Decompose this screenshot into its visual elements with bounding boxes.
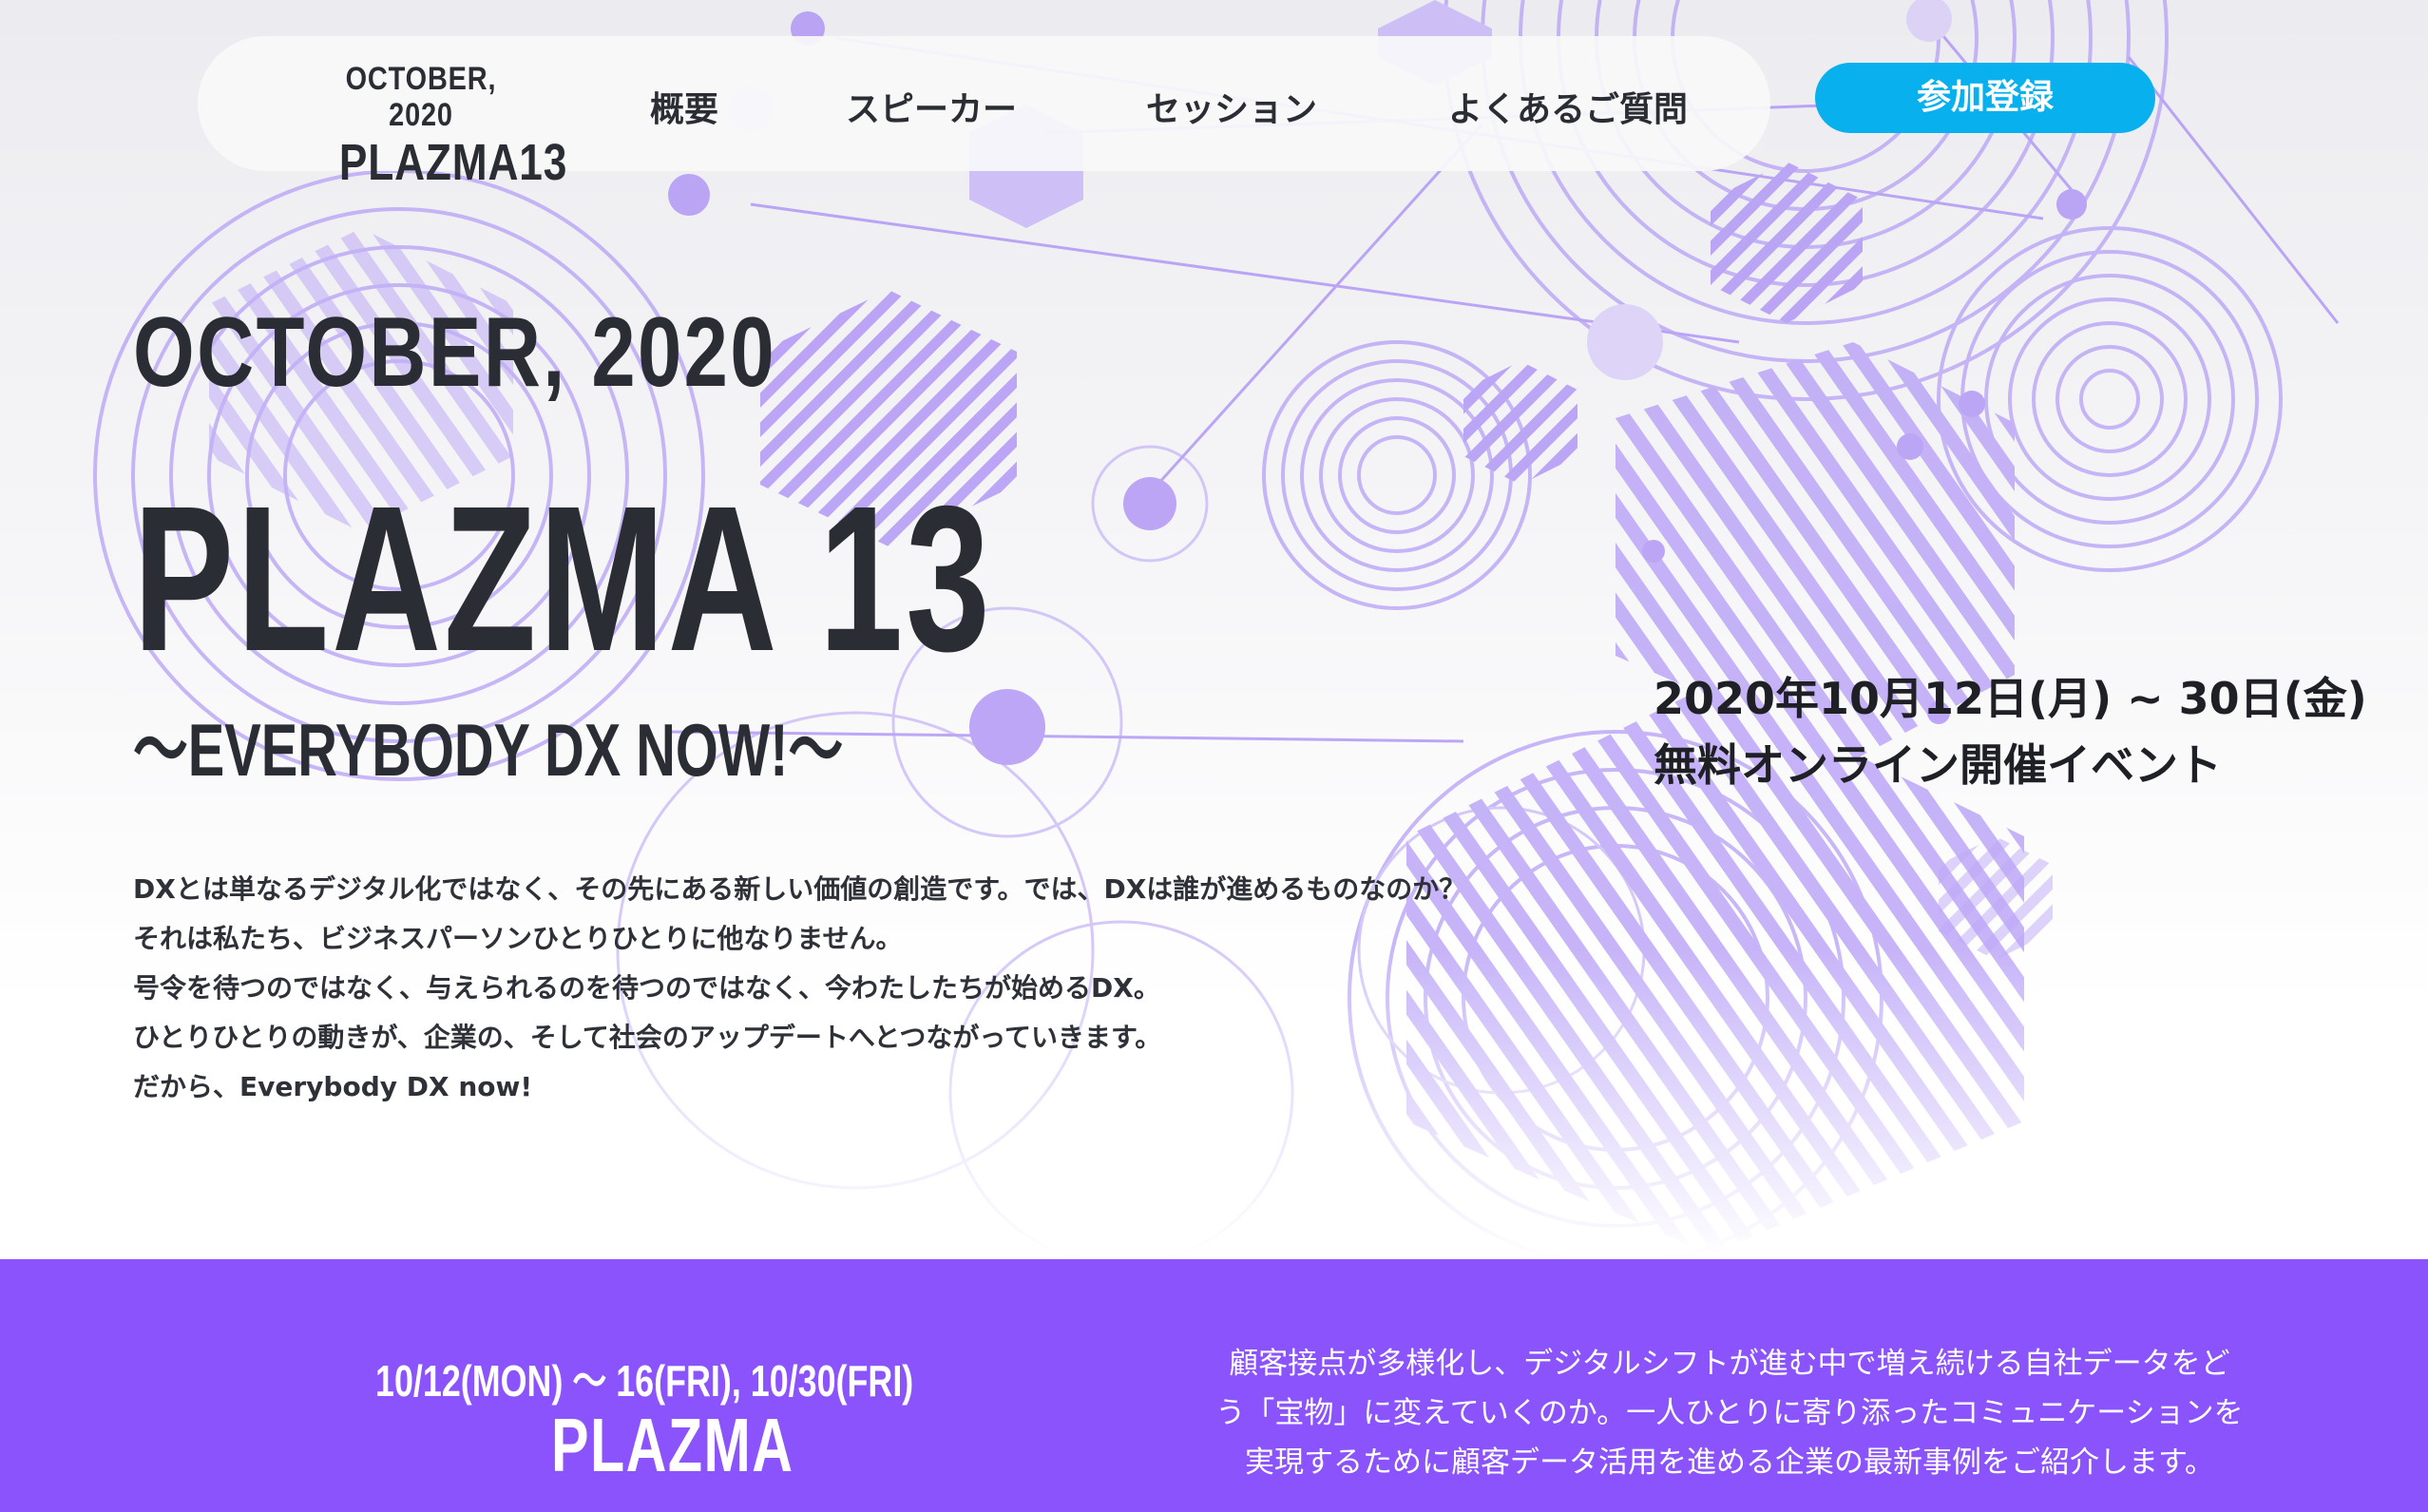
band-description-line: 顧客接点が多様化し、デジタルシフトが進む中で増え続ける自社データをど: [1229, 1347, 2230, 1381]
band-description: 顧客接点が多様化し、デジタルシフトが進む中で増え続ける自社データをど う「宝物」…: [1183, 1339, 2276, 1487]
band-name: PLAZMA: [551, 1403, 794, 1487]
description-line: それは私たち、ビジネスパーソンひとりひとりに他なりません。: [133, 923, 903, 954]
description-line: だから、Everybody DX now!: [133, 1071, 533, 1102]
nav-link-sessions[interactable]: セッション: [1146, 82, 1317, 131]
description-line: 号令を待つのではなく、与えられるのを待つのではなく、今わたしたちが始めるDX。: [133, 972, 1160, 1004]
register-button[interactable]: 参加登録: [1815, 63, 2155, 133]
site-logo[interactable]: OCTOBER, 2020 PLAZMA13: [321, 61, 568, 191]
hero-description: DXとは単なるデジタル化ではなく、その先にある新しい価値の創造です。では、DXは…: [133, 865, 1558, 1112]
event-info: 2020年10月12日(月) ~ 30日(金) 無料オンライン開催イベント: [1654, 665, 2367, 798]
nav-link-speakers[interactable]: スピーカー: [846, 82, 1017, 131]
event-type: 無料オンライン開催イベント: [1654, 739, 2222, 791]
event-date: 2020年10月12日(月) ~ 30日(金): [1654, 673, 2367, 724]
hero-title: PLAZMA 13: [133, 464, 993, 695]
nav-link-faq[interactable]: よくあるご質問: [1448, 82, 1688, 131]
band-description-line: 実現するために顧客データ活用を進める企業の最新事例をご紹介します。: [1245, 1445, 2214, 1480]
hero-section: OCTOBER, 2020 PLAZMA13 概要 スピーカー セッション よく…: [0, 0, 2428, 1259]
description-line: DXとは単なるデジタル化ではなく、その先にある新しい価値の創造です。では、DXは…: [133, 873, 1466, 905]
top-navigation-bar: OCTOBER, 2020 PLAZMA13 概要 スピーカー セッション よく…: [198, 36, 1770, 190]
plazma-intro-band: 10/12(MON) 〜 16(FRI), 10/30(FRI) PLAZMA …: [0, 1259, 2428, 1512]
band-description-line: う「宝物」に変えていくのか。一人ひとりに寄り添ったコミュニケーションを: [1215, 1396, 2244, 1430]
hero-subtitle: 〜EVERYBODY DX NOW!〜: [133, 708, 844, 792]
nav-link-overview[interactable]: 概要: [650, 82, 718, 131]
hero-date: OCTOBER, 2020: [133, 297, 777, 408]
logo-name: PLAZMA13: [338, 134, 568, 191]
band-date: 10/12(MON) 〜 16(FRI), 10/30(FRI): [375, 1356, 914, 1406]
logo-date: OCTOBER, 2020: [345, 61, 497, 133]
description-line: ひとりひとりの動きが、企業の、そして社会のアップデートへとつながっていきます。: [133, 1022, 1162, 1053]
